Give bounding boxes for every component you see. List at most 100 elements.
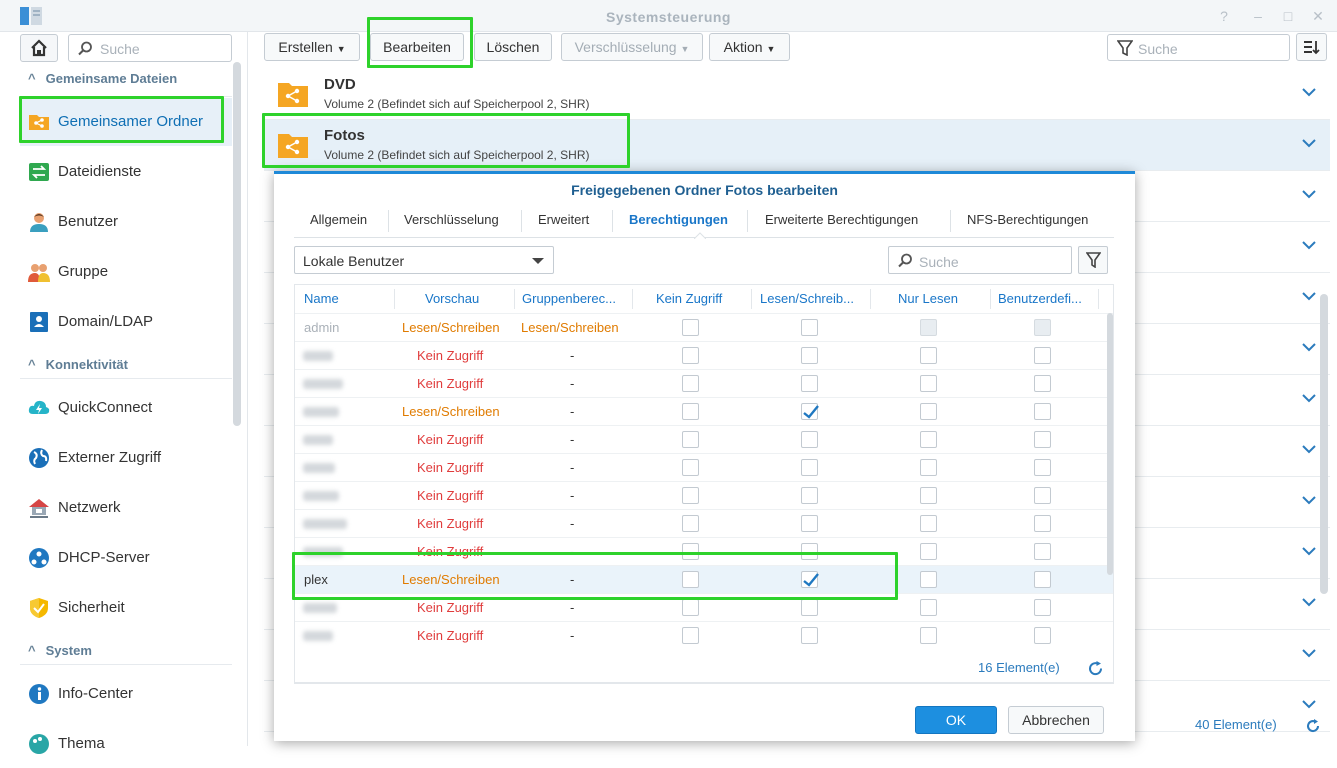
chevron-down-icon[interactable] [1302, 187, 1316, 201]
read-write-checkbox[interactable] [801, 515, 818, 532]
cancel-button[interactable]: Abbrechen [1008, 706, 1104, 734]
tab-permissions[interactable]: Berechtigungen [629, 212, 728, 227]
section-system[interactable]: ^ System [28, 643, 92, 665]
read-only-checkbox[interactable] [920, 571, 937, 588]
custom-checkbox[interactable] [1034, 403, 1051, 420]
chevron-down-icon[interactable] [1302, 391, 1316, 405]
table-row[interactable]: Kein Zugriff - [295, 509, 1113, 537]
read-write-checkbox[interactable] [801, 319, 818, 336]
no-access-checkbox[interactable] [682, 459, 699, 476]
sidebar-item-shared-folder[interactable]: Gemeinsamer Ordner [20, 98, 232, 146]
refresh-icon[interactable] [1306, 719, 1320, 733]
read-write-checkbox[interactable] [801, 375, 818, 392]
no-access-checkbox[interactable] [682, 487, 699, 504]
sort-button[interactable] [1296, 33, 1327, 61]
no-access-checkbox[interactable] [682, 375, 699, 392]
no-access-checkbox[interactable] [682, 347, 699, 364]
no-access-checkbox[interactable] [682, 627, 699, 644]
read-write-checkbox[interactable] [801, 459, 818, 476]
home-button[interactable] [20, 34, 58, 62]
sidebar-item-dhcp-server[interactable]: DHCP-Server [20, 534, 232, 582]
read-only-checkbox[interactable] [920, 515, 937, 532]
table-row[interactable]: plex Lesen/Schreiben - [295, 565, 1113, 593]
grid-scrollbar[interactable] [1107, 313, 1113, 575]
tab-advanced-permissions[interactable]: Erweiterte Berechtigungen [765, 212, 918, 227]
section-shared-files[interactable]: ^ Gemeinsame Dateien [28, 71, 177, 93]
no-access-checkbox[interactable] [682, 543, 699, 560]
tab-nfs-permissions[interactable]: NFS-Berechtigungen [967, 212, 1088, 227]
read-only-checkbox[interactable] [920, 599, 937, 616]
read-write-checkbox[interactable] [801, 403, 819, 420]
column-header-read-only[interactable]: Nur Lesen [898, 285, 958, 313]
custom-checkbox[interactable] [1034, 319, 1051, 336]
no-access-checkbox[interactable] [682, 571, 699, 588]
chevron-down-icon[interactable] [1302, 340, 1316, 354]
minimize-icon[interactable]: – [1248, 6, 1268, 26]
no-access-checkbox[interactable] [682, 515, 699, 532]
custom-checkbox[interactable] [1034, 347, 1051, 364]
table-row[interactable]: Kein Zugriff - [295, 341, 1113, 369]
tab-general[interactable]: Allgemein [310, 212, 367, 227]
custom-checkbox[interactable] [1034, 487, 1051, 504]
table-row[interactable]: Kein Zugriff - [295, 369, 1113, 397]
section-connectivity[interactable]: ^ Konnektivität [28, 357, 128, 379]
sidebar-item-security[interactable]: Sicherheit [20, 584, 232, 632]
read-only-checkbox[interactable] [920, 347, 937, 364]
read-only-checkbox[interactable] [920, 375, 937, 392]
sidebar-item-domain-ldap[interactable]: Domain/LDAP [20, 298, 232, 346]
sidebar-item-quickconnect[interactable]: QuickConnect [20, 384, 232, 432]
sidebar-item-user[interactable]: Benutzer [20, 198, 232, 246]
permissions-search-input[interactable]: Suche [888, 246, 1072, 274]
chevron-down-icon[interactable] [1302, 136, 1316, 150]
folder-row-dvd[interactable]: DVD Volume 2 (Befindet sich auf Speicher… [264, 69, 1330, 120]
close-icon[interactable]: ✕ [1308, 6, 1328, 26]
sidebar-search-input[interactable]: Suche [68, 34, 232, 62]
custom-checkbox[interactable] [1034, 431, 1051, 448]
table-row[interactable]: admin Lesen/Schreiben Lesen/Schreiben [295, 313, 1113, 341]
tab-encryption[interactable]: Verschlüsselung [404, 212, 499, 227]
table-row[interactable]: Lesen/Schreiben - [295, 397, 1113, 425]
table-row[interactable]: Kein Zugriff - [295, 425, 1113, 453]
sidebar-scrollbar[interactable] [233, 62, 241, 426]
custom-checkbox[interactable] [1034, 627, 1051, 644]
column-header-custom[interactable]: Benutzerdefi... [998, 285, 1082, 313]
custom-checkbox[interactable] [1034, 571, 1051, 588]
read-write-checkbox[interactable] [801, 543, 818, 560]
edit-button[interactable]: Bearbeiten [370, 33, 464, 61]
chevron-down-icon[interactable] [1302, 697, 1316, 711]
custom-checkbox[interactable] [1034, 459, 1051, 476]
column-header-read-write[interactable]: Lesen/Schreib... [760, 285, 854, 313]
read-write-checkbox[interactable] [801, 571, 819, 588]
action-button[interactable]: Aktion ▼ [709, 33, 790, 61]
no-access-checkbox[interactable] [682, 431, 699, 448]
chevron-down-icon[interactable] [1302, 238, 1316, 252]
list-scrollbar[interactable] [1320, 294, 1328, 594]
chevron-down-icon[interactable] [1302, 442, 1316, 456]
read-only-checkbox[interactable] [920, 543, 937, 560]
chevron-down-icon[interactable] [1302, 493, 1316, 507]
table-row[interactable]: Kein Zugriff - [295, 481, 1113, 509]
read-only-checkbox[interactable] [920, 319, 937, 336]
column-header-name[interactable]: Name [304, 285, 339, 313]
no-access-checkbox[interactable] [682, 403, 699, 420]
delete-button[interactable]: Löschen [474, 33, 552, 61]
read-only-checkbox[interactable] [920, 403, 937, 420]
sidebar-item-theme[interactable]: Thema [20, 720, 232, 768]
sidebar-item-network[interactable]: Netzwerk [20, 484, 232, 532]
custom-checkbox[interactable] [1034, 515, 1051, 532]
chevron-down-icon[interactable] [1302, 595, 1316, 609]
encryption-button[interactable]: Verschlüsselung ▼ [561, 33, 703, 61]
read-only-checkbox[interactable] [920, 627, 937, 644]
column-header-no-access[interactable]: Kein Zugriff [656, 285, 722, 313]
sidebar-item-external-access[interactable]: Externer Zugriff [20, 434, 232, 482]
refresh-icon[interactable] [1088, 661, 1103, 676]
ok-button[interactable]: OK [915, 706, 997, 734]
chevron-down-icon[interactable] [1302, 85, 1316, 99]
tab-advanced[interactable]: Erweitert [538, 212, 589, 227]
table-row[interactable]: Kein Zugriff - [295, 593, 1113, 621]
read-only-checkbox[interactable] [920, 459, 937, 476]
sidebar-item-info-center[interactable]: Info-Center [20, 670, 232, 718]
read-write-checkbox[interactable] [801, 431, 818, 448]
user-type-select[interactable]: Lokale Benutzer [294, 246, 554, 274]
table-row[interactable]: Kein Zugriff - [295, 621, 1113, 649]
